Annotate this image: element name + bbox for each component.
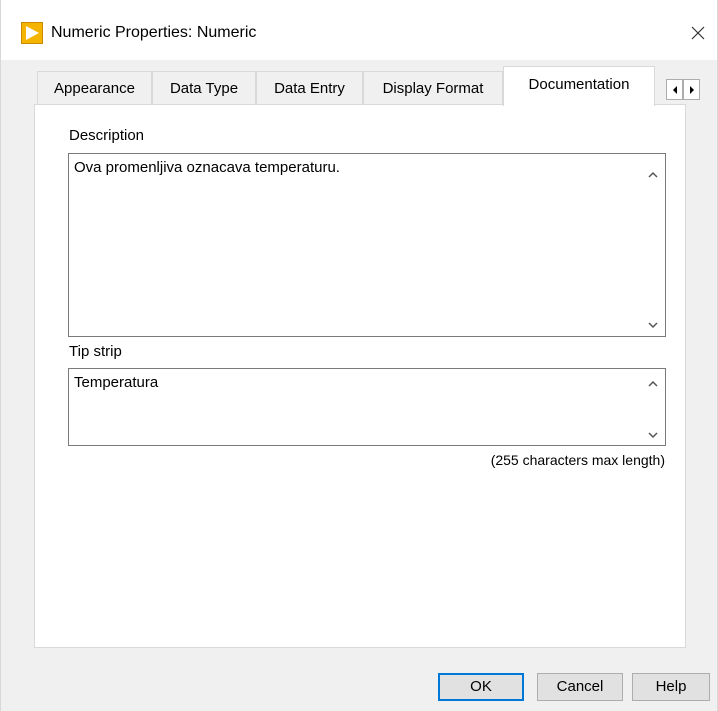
scroll-down-icon[interactable]	[646, 320, 660, 330]
tab-scroll-left-button[interactable]	[666, 79, 683, 100]
tab-documentation[interactable]: Documentation	[503, 66, 655, 106]
description-textarea[interactable]: Ova promenljiva oznacava temperaturu.	[68, 153, 666, 337]
scroll-up-icon[interactable]	[646, 170, 660, 180]
help-button[interactable]: Help	[632, 673, 710, 701]
tab-display-format[interactable]: Display Format	[363, 71, 503, 104]
title-bar[interactable]: Numeric Properties: Numeric	[1, 0, 717, 60]
numeric-properties-dialog: Numeric Properties: Numeric Appearance D…	[0, 0, 718, 711]
tip-strip-text: Temperatura	[74, 374, 159, 391]
description-text: Ova promenljiva oznacava temperaturu.	[74, 159, 340, 176]
labview-app-icon	[21, 22, 43, 44]
window-title: Numeric Properties: Numeric	[51, 24, 257, 41]
tab-appearance[interactable]: Appearance	[37, 71, 152, 104]
scroll-up-icon[interactable]	[646, 379, 660, 389]
cancel-button[interactable]: Cancel	[537, 673, 623, 701]
max-length-hint: (255 characters max length)	[490, 452, 665, 468]
description-label: Description	[69, 127, 145, 144]
tip-strip-label: Tip strip	[69, 343, 122, 360]
tab-scroll-right-button[interactable]	[683, 79, 700, 100]
ok-button[interactable]: OK	[438, 673, 524, 701]
scroll-down-icon[interactable]	[646, 430, 660, 440]
close-button[interactable]	[685, 20, 711, 46]
tab-data-entry[interactable]: Data Entry	[256, 71, 363, 104]
triangle-left-icon	[672, 85, 677, 94]
tip-strip-textarea[interactable]: Temperatura	[68, 368, 666, 446]
documentation-panel: Description Ova promenljiva oznacava tem…	[34, 104, 686, 648]
tab-data-type[interactable]: Data Type	[152, 71, 256, 104]
close-icon	[691, 26, 705, 40]
triangle-right-icon	[689, 85, 694, 94]
